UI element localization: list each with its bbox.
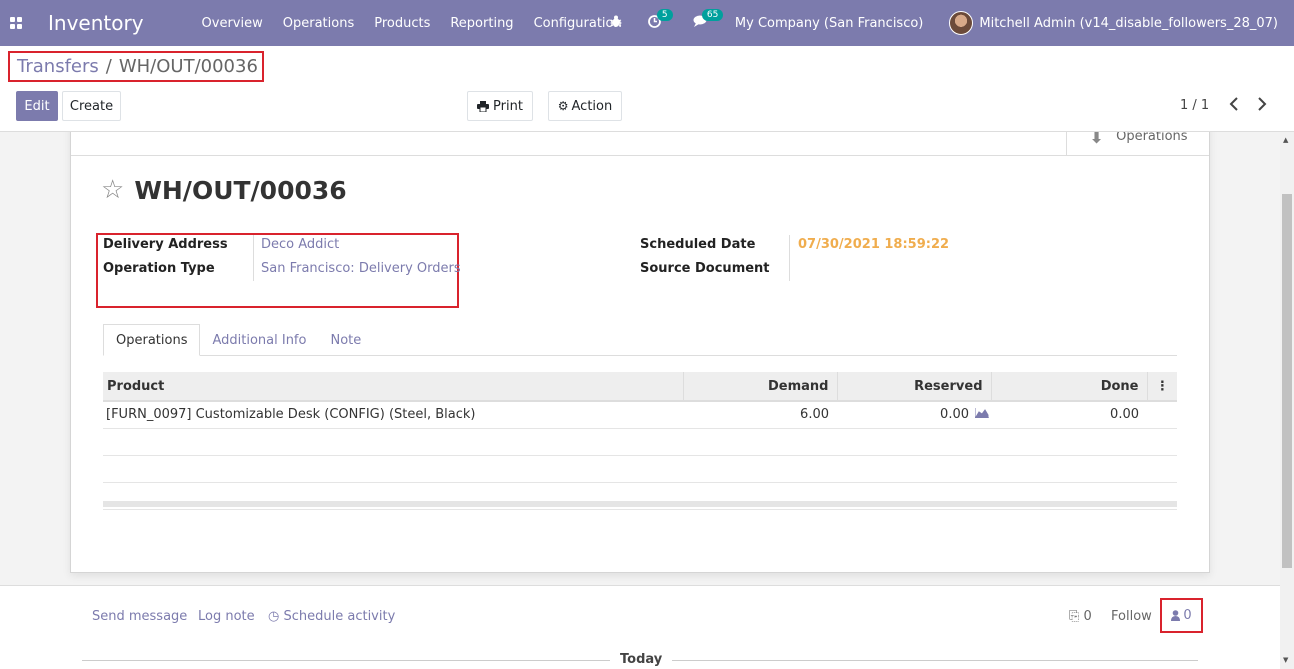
user-avatar[interactable]: [949, 11, 974, 35]
tab-note[interactable]: Note: [318, 324, 373, 356]
top-navbar: Inventory Overview Operations Products R…: [0, 0, 1294, 46]
column-header-reserved[interactable]: Reserved: [837, 372, 992, 402]
activity-count-badge: 5: [656, 8, 673, 21]
schedule-activity-label: Schedule activity: [283, 609, 396, 624]
main-menu: Overview Operations Products Reporting C…: [192, 16, 632, 31]
edit-button[interactable]: Edit: [16, 91, 58, 121]
table-row-empty: [103, 428, 1177, 456]
menu-reporting[interactable]: Reporting: [440, 16, 523, 31]
demand-cell[interactable]: 6.00: [683, 401, 837, 429]
log-note-button[interactable]: Log note: [198, 609, 255, 624]
form-sheet: ⬇ Operations ☆ WH/OUT/00036 Delivery Add…: [70, 132, 1210, 573]
breadcrumb-current: WH/OUT/00036: [118, 56, 258, 77]
create-button[interactable]: Create: [62, 91, 121, 121]
operations-table: Product Demand Reserved Done ⋮ [FURN_009…: [103, 372, 1177, 510]
operations-smart-button[interactable]: ⬇ Operations: [1066, 132, 1209, 156]
delivery-address-label: Delivery Address: [103, 237, 228, 252]
menu-operations[interactable]: Operations: [273, 16, 364, 31]
field-separator: [253, 235, 254, 281]
company-switcher[interactable]: My Company (San Francisco): [735, 16, 923, 31]
app-brand[interactable]: Inventory: [48, 11, 144, 35]
schedule-activity-button[interactable]: ◷ Schedule activity: [268, 609, 395, 624]
star-icon[interactable]: ☆: [101, 175, 124, 205]
breadcrumb: Transfers / WH/OUT/00036: [8, 51, 264, 82]
user-menu[interactable]: Mitchell Admin (v14_disable_followers_28…: [979, 16, 1278, 31]
debug-bug-icon[interactable]: [610, 15, 622, 32]
clock-icon: ◷: [268, 609, 280, 624]
menu-overview[interactable]: Overview: [192, 16, 273, 31]
source-document-label: Source Document: [640, 261, 770, 276]
gear-icon: ⚙: [557, 99, 569, 113]
notebook-tabs: Operations Additional Info Note: [103, 324, 1177, 356]
operations-smart-label: Operations: [1116, 132, 1188, 144]
menu-products[interactable]: Products: [364, 16, 440, 31]
reserved-value: 0.00: [940, 407, 969, 423]
attachments-button[interactable]: ⎘ 0: [1069, 609, 1092, 624]
control-panel: Transfers / WH/OUT/00036 Edit Create Pri…: [0, 46, 1294, 132]
button-box: ⬇ Operations: [71, 132, 1209, 156]
follow-button[interactable]: Follow: [1111, 609, 1152, 624]
apps-menu-icon[interactable]: [0, 0, 32, 46]
scheduled-date-value: 07/30/2021 18:59:22: [798, 237, 950, 252]
scroll-up-icon[interactable]: ▲: [1283, 136, 1288, 144]
scrollbar-thumb[interactable]: [1282, 194, 1292, 568]
send-message-button[interactable]: Send message: [92, 609, 187, 624]
page-scrollbar[interactable]: ▲ ▼: [1280, 132, 1294, 669]
arrow-down-icon: ⬇: [1089, 132, 1105, 148]
column-header-done[interactable]: Done: [991, 372, 1148, 402]
field-separator: [789, 235, 790, 281]
row-empty-cell: [1147, 401, 1177, 429]
print-button[interactable]: Print: [467, 91, 533, 121]
done-cell[interactable]: 0.00: [991, 401, 1147, 429]
tab-operations[interactable]: Operations: [103, 324, 201, 356]
breadcrumb-separator: /: [105, 56, 112, 77]
tab-additional-info[interactable]: Additional Info: [200, 324, 318, 356]
breadcrumb-transfers-link[interactable]: Transfers: [17, 56, 99, 77]
followers-count: 0: [1183, 608, 1192, 623]
chatter: Send message Log note ◷ Schedule activit…: [0, 585, 1280, 669]
record-title: WH/OUT/00036: [134, 175, 347, 205]
forecast-chart-icon[interactable]: [974, 408, 989, 421]
followers-button[interactable]: 0: [1160, 598, 1203, 633]
activity-clock-icon[interactable]: 5: [648, 8, 673, 32]
today-label: Today: [610, 652, 673, 667]
print-label: Print: [493, 98, 523, 114]
table-footer: [103, 501, 1177, 507]
product-cell[interactable]: [FURN_0097] Customizable Desk (CONFIG) (…: [103, 401, 683, 429]
pager-value[interactable]: 1 / 1: [1180, 98, 1209, 113]
scheduled-date-label: Scheduled Date: [640, 237, 756, 252]
pager-previous-icon[interactable]: [1229, 96, 1239, 115]
message-count-badge: 65: [701, 9, 724, 21]
user-icon: [1171, 610, 1181, 621]
action-label: Action: [571, 98, 613, 114]
printer-icon: [477, 100, 490, 112]
column-header-demand[interactable]: Demand: [683, 372, 838, 402]
table-row[interactable]: [FURN_0097] Customizable Desk (CONFIG) (…: [103, 401, 1177, 429]
column-options-icon[interactable]: ⋮: [1147, 372, 1177, 402]
operation-type-value[interactable]: San Francisco: Delivery Orders: [261, 261, 461, 276]
scroll-down-icon[interactable]: ▼: [1283, 656, 1288, 664]
operation-type-label: Operation Type: [103, 261, 215, 276]
attachments-count: 0: [1083, 609, 1092, 624]
delivery-address-value[interactable]: Deco Addict: [261, 237, 339, 252]
title-row: ☆ WH/OUT/00036: [101, 175, 347, 205]
column-header-product[interactable]: Product: [103, 372, 684, 402]
form-view: ⬇ Operations ☆ WH/OUT/00036 Delivery Add…: [0, 132, 1280, 585]
paperclip-icon: ⎘: [1069, 609, 1080, 624]
reserved-cell[interactable]: 0.00: [837, 401, 991, 429]
pager-next-icon[interactable]: [1257, 96, 1267, 115]
table-row-empty: [103, 455, 1177, 483]
messages-chat-icon[interactable]: 65: [693, 9, 724, 31]
action-button[interactable]: ⚙ Action: [548, 91, 622, 121]
